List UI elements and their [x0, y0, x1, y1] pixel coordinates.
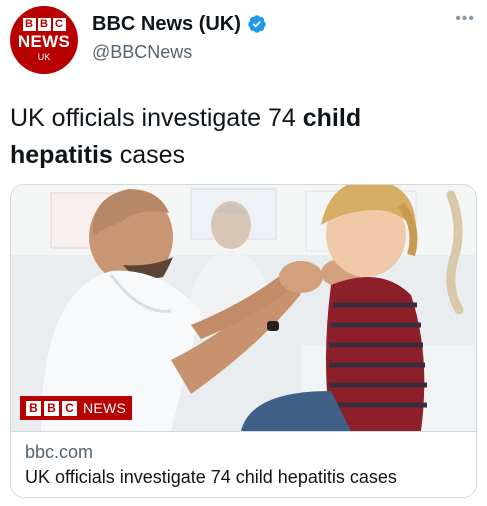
avatar-bbc-logo: B B C	[22, 17, 66, 31]
verified-badge-icon	[248, 15, 266, 33]
card-title[interactable]: UK officials investigate 74 child hepati…	[25, 467, 397, 488]
logo-block-b2: B	[44, 400, 59, 416]
tweet-text: UK officials investigate 74 child hepati…	[10, 100, 470, 174]
card-domain: bbc.com	[25, 442, 94, 462]
card-image[interactable]: B B C NEWS	[11, 185, 476, 431]
avatar[interactable]: B B C NEWS UK	[10, 6, 78, 74]
card-footer[interactable]: bbc.com UK officials investigate 74 chil…	[11, 431, 476, 497]
avatar-news-text: NEWS	[17, 31, 71, 51]
display-name[interactable]: BBC News (UK)	[92, 12, 267, 36]
tweet-text-part2: cases	[112, 141, 186, 169]
logo-block-c: C	[62, 400, 77, 416]
link-card[interactable]: B B C NEWS bbc.com UK officials investig…	[10, 184, 477, 498]
logo-block-b1: B	[26, 400, 41, 416]
card-photo	[11, 185, 476, 431]
more-options-icon[interactable]: •••	[455, 11, 475, 27]
logo-news-text: NEWS	[83, 400, 127, 416]
avatar-uk-text: UK	[37, 51, 51, 62]
avatar-block-b1: B	[22, 17, 36, 31]
tweet-text-part1: UK officials investigate 74	[10, 104, 303, 132]
account-handle[interactable]: @BBCNews	[92, 41, 192, 63]
avatar-block-b2: B	[37, 17, 51, 31]
bbc-news-logo: B B C NEWS	[20, 396, 133, 420]
display-name-text: BBC News (UK)	[92, 13, 241, 35]
avatar-block-c: C	[52, 17, 66, 31]
